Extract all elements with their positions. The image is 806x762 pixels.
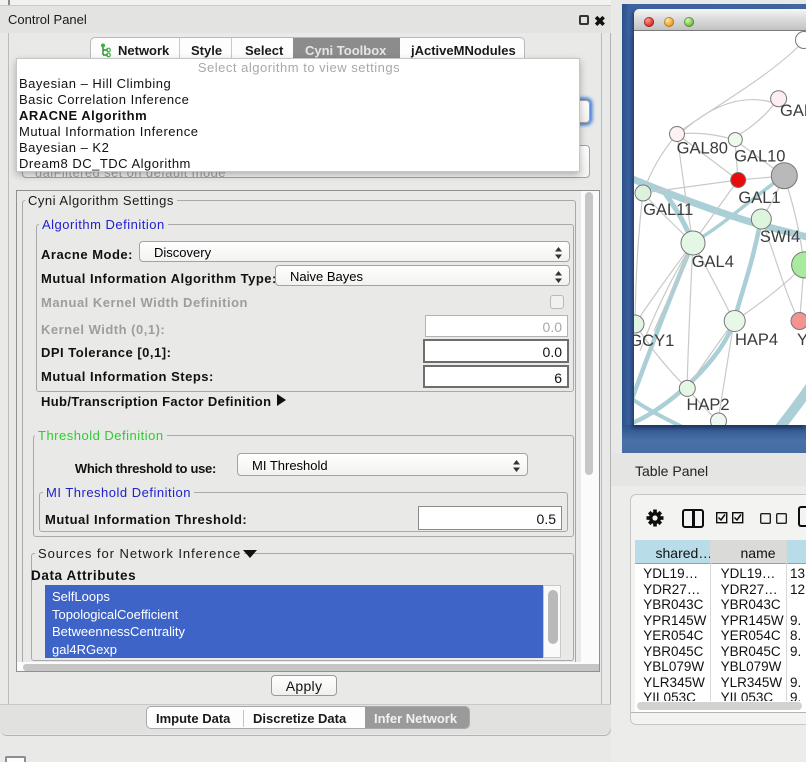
svg-text:Y: Y: [797, 331, 806, 349]
svg-text:GCY1: GCY1: [634, 332, 674, 350]
svg-text:HAP2: HAP2: [686, 396, 729, 414]
svg-text:GAL1: GAL1: [738, 189, 780, 207]
svg-text:SWI4: SWI4: [760, 228, 800, 246]
svg-text:HAP4: HAP4: [735, 331, 778, 349]
svg-text:GAL4: GAL4: [692, 253, 734, 271]
svg-text:GAL10: GAL10: [734, 148, 785, 166]
svg-text:GAL80: GAL80: [677, 140, 728, 158]
svg-text:GAL7: GAL7: [780, 102, 806, 120]
svg-text:GAL11: GAL11: [643, 201, 693, 219]
